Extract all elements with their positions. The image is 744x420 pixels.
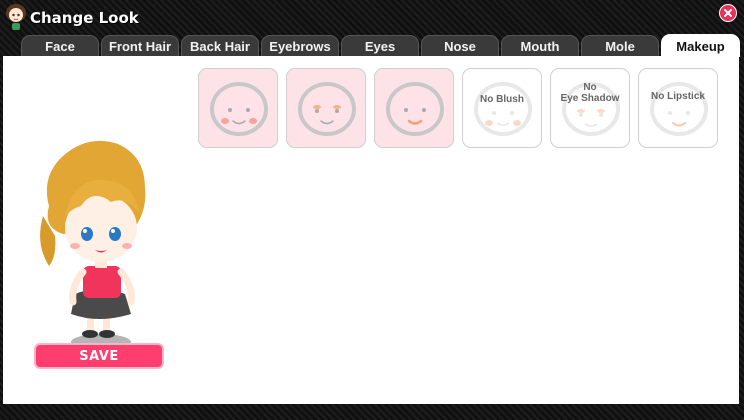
option-label-line1: No [583,82,597,93]
tab-nose[interactable]: Nose [421,35,499,56]
face-outline-icon [650,82,708,136]
tab-back-hair[interactable]: Back Hair [181,35,259,56]
close-button[interactable] [719,4,737,22]
face-outline-icon [562,82,620,136]
option-label: No Blush [480,94,524,105]
makeup-option-lipstick[interactable] [374,68,454,148]
title-bar: Change Look [0,0,744,34]
category-tabs: Face Front Hair Back Hair Eyebrows Eyes … [0,34,744,57]
face-blush-icon [210,82,268,136]
tab-makeup[interactable]: Makeup [661,34,740,57]
option-label-line2: Eye Shadow [560,93,620,104]
makeup-panel: SAVE No Blush No Eye Shadow No Lipstick [3,56,739,404]
tab-mouth[interactable]: Mouth [501,35,579,56]
makeup-option-blush[interactable] [198,68,278,148]
makeup-option-no-eye-shadow[interactable]: No Eye Shadow [550,68,630,148]
tab-face[interactable]: Face [21,35,99,56]
tab-eyes[interactable]: Eyes [341,35,419,56]
window-title: Change Look [30,9,139,27]
tab-front-hair[interactable]: Front Hair [101,35,179,56]
option-label: No Lipstick [651,91,705,102]
face-lipstick-icon [386,82,444,136]
save-button[interactable]: SAVE [34,343,164,369]
face-eye-shadow-icon [298,82,356,136]
avatar-preview [40,140,146,350]
makeup-option-no-blush[interactable]: No Blush [462,68,542,148]
tab-mole[interactable]: Mole [581,35,659,56]
avatar-face-icon [6,4,26,30]
face-outline-icon [474,82,532,136]
close-icon [724,9,732,17]
makeup-option-no-lipstick[interactable]: No Lipstick [638,68,718,148]
tab-eyebrows[interactable]: Eyebrows [261,35,339,56]
makeup-option-eye-shadow[interactable] [286,68,366,148]
